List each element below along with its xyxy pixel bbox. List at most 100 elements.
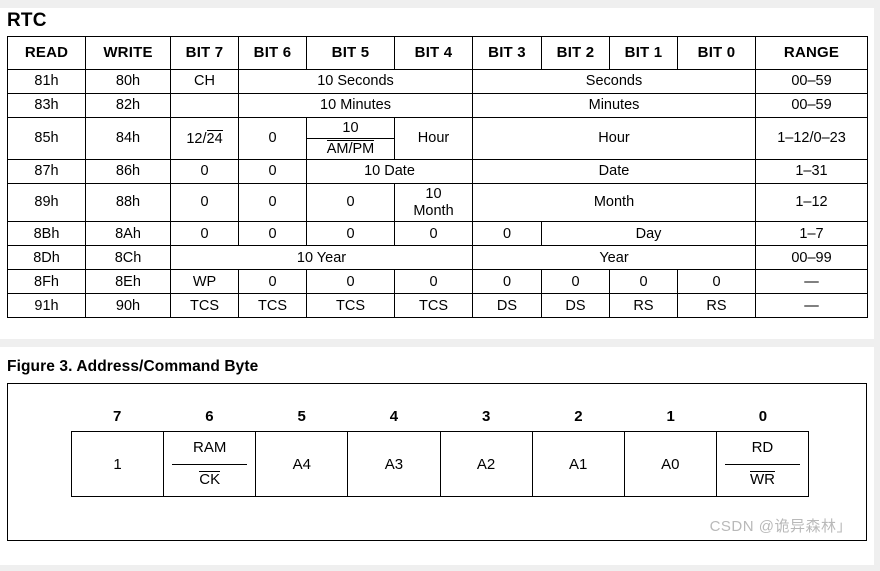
cell-bit4-tens-month: 10 Month bbox=[394, 183, 473, 223]
table-row: 85h 84h 12/24 0 10 AM/PM Hour Hour 1–12/… bbox=[7, 116, 868, 161]
cell-read: 8Fh bbox=[7, 269, 86, 295]
cell-units-group: Year bbox=[472, 245, 756, 271]
cell-bit7: TCS bbox=[170, 293, 239, 319]
cell-bit7: 0 bbox=[170, 159, 239, 185]
table-row: 8Fh 8Eh WP 0 0 0 0 0 0 0 — bbox=[7, 269, 868, 295]
cell-bit7: 0 bbox=[170, 183, 239, 223]
bit4-tens-label: 10 bbox=[425, 186, 442, 203]
cell-bit6: TCS bbox=[238, 293, 307, 319]
cell-bit5: 0 bbox=[306, 183, 395, 223]
cell-bit2: DS bbox=[541, 293, 610, 319]
table-header-row: READ WRITE BIT 7 BIT 6 BIT 5 BIT 4 BIT 3… bbox=[7, 35, 868, 70]
byte-cell-bit2-label: A1 bbox=[569, 455, 588, 473]
col-header-bit5: BIT 5 bbox=[306, 35, 395, 70]
cell-bit6: 0 bbox=[238, 269, 307, 295]
bit-number-5: 5 bbox=[297, 408, 306, 425]
cell-read: 85h bbox=[7, 116, 86, 161]
cell-write: 82h bbox=[85, 92, 171, 118]
hour-mode-12-label: 12/ bbox=[186, 130, 207, 147]
cell-range: 00–59 bbox=[755, 68, 868, 94]
col-header-bit6: BIT 6 bbox=[238, 35, 307, 70]
cell-bit6: 0 bbox=[238, 116, 307, 161]
cell-write: 90h bbox=[85, 293, 171, 319]
cell-read: 91h bbox=[7, 293, 86, 319]
cell-range: 00–59 bbox=[755, 92, 868, 118]
cell-units-group: Day bbox=[541, 221, 756, 247]
cell-read: 81h bbox=[7, 68, 86, 94]
byte-cell-bit3: A2 bbox=[441, 432, 533, 496]
cell-read: 89h bbox=[7, 183, 86, 223]
byte-cell-bit1: A0 bbox=[625, 432, 717, 496]
byte-cell-bit6-ram-label: RAM bbox=[172, 432, 248, 465]
col-header-bit0: BIT 0 bbox=[677, 35, 756, 70]
cell-range: 1–31 bbox=[755, 159, 868, 185]
cell-bit0: RS bbox=[677, 293, 756, 319]
byte-cell-bit7: 1 bbox=[72, 432, 165, 496]
cell-read: 87h bbox=[7, 159, 86, 185]
cell-bit6: 0 bbox=[238, 159, 307, 185]
cell-read: 83h bbox=[7, 92, 86, 118]
cell-bit6: 0 bbox=[238, 183, 307, 223]
cell-bit2: 0 bbox=[541, 269, 610, 295]
cell-bit7: 0 bbox=[170, 221, 239, 247]
cell-tens-group: 10 Date bbox=[306, 159, 473, 185]
cell-bit5: 0 bbox=[306, 221, 395, 247]
col-header-bit7: BIT 7 bbox=[170, 35, 239, 70]
cell-range: — bbox=[755, 269, 868, 295]
cell-bit5: 0 bbox=[306, 269, 395, 295]
bit-number-row: 7 6 5 4 3 2 1 0 bbox=[71, 408, 809, 425]
cell-bit7-hour-mode: 12/24 bbox=[170, 116, 239, 161]
cell-units-group: Date bbox=[472, 159, 756, 185]
byte-cell-bit4: A3 bbox=[348, 432, 441, 496]
bit4-month-label: Month bbox=[413, 202, 454, 219]
cell-write: 88h bbox=[85, 183, 171, 223]
table-row: 89h 88h 0 0 0 10 Month Month 1–12 bbox=[7, 183, 868, 223]
cell-range: — bbox=[755, 293, 868, 319]
cell-units-group: Seconds bbox=[472, 68, 756, 94]
cell-write: 8Ch bbox=[85, 245, 171, 271]
figure-section: Figure 3. Address/Command Byte 7 6 5 4 3… bbox=[0, 347, 874, 565]
bit5-ampm-label: AM/PM bbox=[326, 140, 375, 158]
bit-number-6: 6 bbox=[205, 408, 214, 425]
cell-bit5-split: 10 AM/PM bbox=[306, 116, 395, 161]
cell-range: 00–99 bbox=[755, 245, 868, 271]
cell-bit0: 0 bbox=[677, 269, 756, 295]
cell-bit1: 0 bbox=[609, 269, 678, 295]
page-title: RTC bbox=[7, 10, 47, 31]
watermark-text: CSDN @诡异森林」 bbox=[709, 518, 852, 535]
cell-bit7 bbox=[170, 92, 239, 118]
cell-units-group: Month bbox=[472, 183, 756, 223]
cell-bit4: 0 bbox=[394, 221, 473, 247]
cell-bit4: 0 bbox=[394, 269, 473, 295]
byte-cell-bit7-label: 1 bbox=[113, 455, 122, 473]
table-row: 91h 90h TCS TCS TCS TCS DS DS RS RS — bbox=[7, 293, 868, 319]
col-header-bit2: BIT 2 bbox=[541, 35, 610, 70]
cell-units-group: Minutes bbox=[472, 92, 756, 118]
byte-cell-bit1-label: A0 bbox=[661, 455, 680, 473]
cell-write: 80h bbox=[85, 68, 171, 94]
cell-bit7: WP bbox=[170, 269, 239, 295]
col-header-read: READ bbox=[7, 35, 86, 70]
cell-write: 8Ah bbox=[85, 221, 171, 247]
bit-number-3: 3 bbox=[481, 408, 491, 425]
bit-number-1: 1 bbox=[666, 408, 675, 425]
byte-cells-row: 1 RAM CK A4 A3 A2 A1 A0 RD WR bbox=[71, 431, 809, 497]
byte-cell-bit0-rd-label: RD bbox=[724, 432, 800, 465]
table-row: 83h 82h 10 Minutes Minutes 00–59 bbox=[7, 92, 868, 118]
cell-tens-group: 10 Seconds bbox=[238, 68, 473, 94]
table-row: 87h 86h 0 0 10 Date Date 1–31 bbox=[7, 159, 868, 185]
byte-cell-bit0-wr-label: WR bbox=[749, 471, 775, 489]
byte-cell-bit2: A1 bbox=[533, 432, 625, 496]
cell-bit7: CH bbox=[170, 68, 239, 94]
byte-cell-bit3-label: A2 bbox=[476, 455, 496, 473]
byte-cell-bit5-label: A4 bbox=[292, 455, 311, 473]
col-header-bit3: BIT 3 bbox=[472, 35, 542, 70]
cell-units-group: Hour bbox=[472, 116, 756, 161]
cell-read: 8Dh bbox=[7, 245, 86, 271]
address-command-byte-diagram: 7 6 5 4 3 2 1 0 1 RAM CK A4 A3 A2 A1 A0 … bbox=[7, 383, 867, 541]
table-row: 8Dh 8Ch 10 Year Year 00–99 bbox=[7, 245, 868, 271]
cell-bit6: 0 bbox=[238, 221, 307, 247]
byte-cell-bit5: A4 bbox=[256, 432, 349, 496]
bit5-tens-hour-label: 10 bbox=[307, 118, 394, 140]
bit-number-2: 2 bbox=[574, 408, 583, 425]
